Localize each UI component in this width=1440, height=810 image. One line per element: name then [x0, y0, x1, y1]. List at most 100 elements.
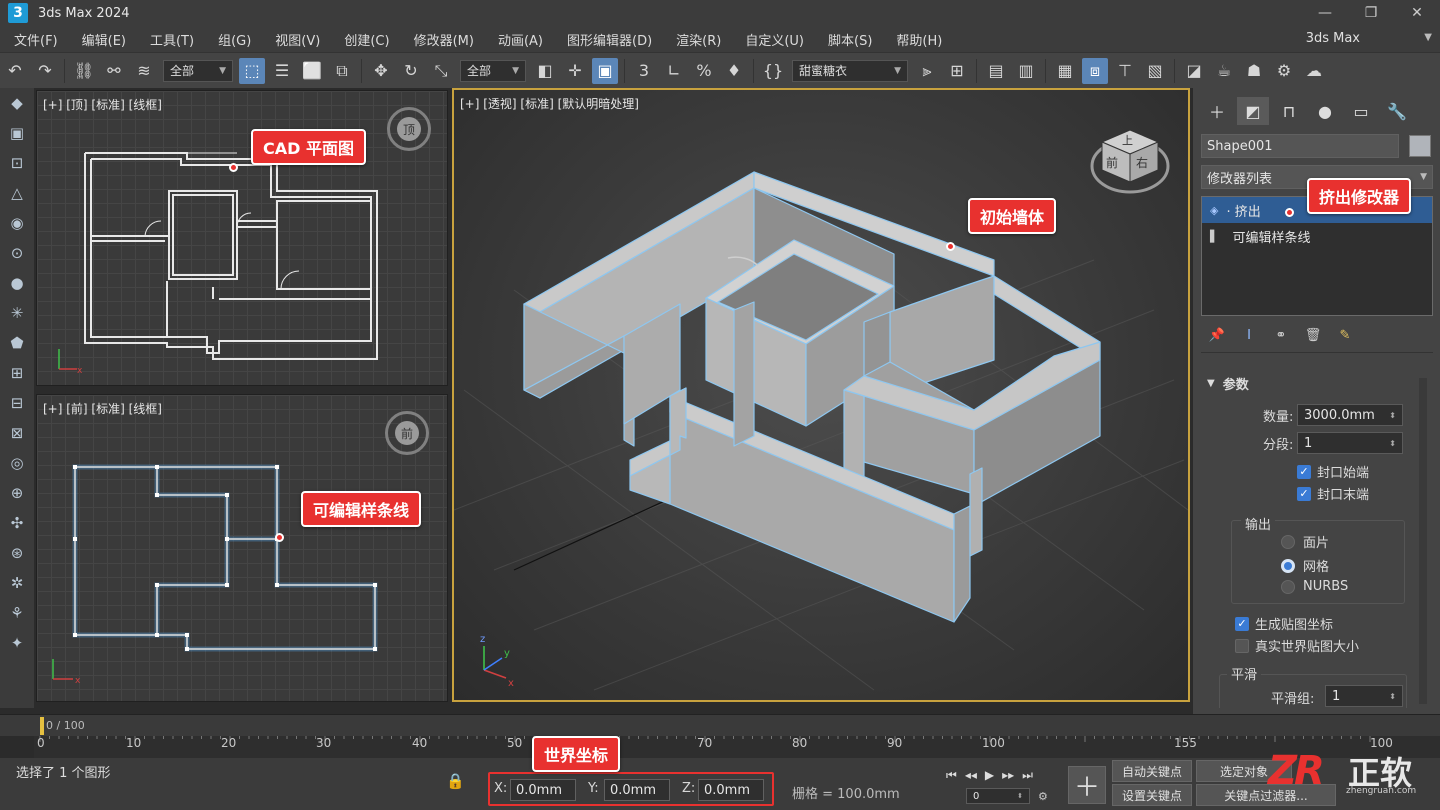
- app-logo-icon[interactable]: 3: [8, 3, 28, 23]
- track-bar[interactable]: 0 10 20 30 40 50 60 70 80 90 100 155 100: [34, 736, 1440, 758]
- curve-editor-icon[interactable]: ▦: [1052, 58, 1078, 84]
- minimize-button[interactable]: —: [1302, 0, 1348, 26]
- keyboard-shortcut-override-icon[interactable]: ▣: [592, 57, 618, 84]
- compass-icon[interactable]: ⊕: [0, 478, 34, 508]
- bind-space-warp-icon[interactable]: ≋: [131, 58, 157, 84]
- menu-file[interactable]: 文件(F): [0, 30, 68, 49]
- select-by-name-icon[interactable]: ☰: [269, 58, 295, 84]
- reference-coordinate-dropdown[interactable]: 全部 ▼: [460, 59, 526, 82]
- hierarchy-icon[interactable]: ⬟: [0, 328, 34, 358]
- render-production-icon[interactable]: ☕: [1211, 58, 1237, 84]
- snap-toggle-icon[interactable]: 3: [631, 58, 657, 84]
- box-icon[interactable]: ▣: [0, 118, 34, 148]
- motion-tab-icon[interactable]: ●: [1309, 97, 1341, 125]
- menu-create[interactable]: 创建(C): [330, 30, 399, 49]
- select-object-icon[interactable]: ⬚: [239, 57, 265, 84]
- next-frame-icon[interactable]: ▸▸: [1002, 768, 1014, 783]
- rotate-icon[interactable]: ↻: [398, 58, 424, 84]
- link-icon[interactable]: ⛓: [71, 58, 97, 84]
- configure-modifier-sets-icon[interactable]: ✎: [1329, 328, 1361, 343]
- viewcube-right-face[interactable]: 右: [1136, 154, 1148, 171]
- spinner-snap-icon[interactable]: ♦: [721, 58, 747, 84]
- pivot-center-icon[interactable]: ◧: [532, 58, 558, 84]
- schematic-view-icon[interactable]: ⧈: [1082, 57, 1108, 84]
- play-icon[interactable]: ▶: [985, 768, 994, 783]
- menu-animation[interactable]: 动画(A): [484, 30, 553, 49]
- render-frame-window-icon[interactable]: ◪: [1181, 58, 1207, 84]
- target-icon[interactable]: ◎: [0, 448, 34, 478]
- unlink-icon[interactable]: ⚯: [101, 58, 127, 84]
- render-iterative-icon[interactable]: ☗: [1241, 58, 1267, 84]
- hierarchy-tab-icon[interactable]: ⊓: [1273, 97, 1305, 125]
- cap-end-checkbox[interactable]: ✓ 封口末端: [1297, 484, 1369, 503]
- x-coordinate-field[interactable]: 0.0mm: [510, 779, 576, 801]
- checkbox-unchecked-icon[interactable]: [1235, 638, 1249, 653]
- selection-filter-dropdown[interactable]: 全部 ▼: [163, 59, 233, 82]
- viewport-top[interactable]: [+] [顶] [标准] [线框] 顶 x CAD 平面图: [36, 90, 448, 386]
- chevron-down-icon[interactable]: ▼: [1424, 32, 1432, 43]
- transform-icon[interactable]: ✣: [0, 508, 34, 538]
- menu-views[interactable]: 视图(V): [261, 30, 330, 49]
- render-activeshade-icon[interactable]: ⚙: [1271, 58, 1297, 84]
- utilities-icon[interactable]: ⊠: [0, 418, 34, 448]
- edit-named-selection-icon[interactable]: {}: [760, 58, 786, 84]
- mirror-icon[interactable]: ⫸: [914, 58, 940, 84]
- show-end-result-icon[interactable]: Ⅰ: [1233, 328, 1265, 343]
- display-tab-icon[interactable]: ▭: [1345, 97, 1377, 125]
- output-patch-radio[interactable]: 面片: [1281, 532, 1329, 551]
- viewcube-front-face[interactable]: 前: [1106, 154, 1118, 171]
- create-tab-icon[interactable]: ＋: [1201, 97, 1233, 125]
- checkbox-checked-icon[interactable]: ✓: [1297, 464, 1311, 479]
- snap-points-icon[interactable]: ✲: [0, 568, 34, 598]
- window-crossing-icon[interactable]: ⧉: [329, 58, 355, 84]
- stack-item-editable-spline[interactable]: ▌ 可编辑样条线: [1202, 223, 1432, 249]
- particles-icon[interactable]: ✳: [0, 298, 34, 328]
- set-key-button[interactable]: 设置关键点: [1112, 784, 1192, 806]
- auto-key-button[interactable]: 自动关键点: [1112, 760, 1192, 782]
- menu-customize[interactable]: 自定义(U): [731, 30, 814, 49]
- render-cloud-icon[interactable]: ☁: [1301, 58, 1327, 84]
- go-to-end-icon[interactable]: ⏭: [1022, 768, 1033, 783]
- star-icon[interactable]: ✦: [0, 628, 34, 658]
- motion-icon[interactable]: ⊞: [0, 358, 34, 388]
- time-slider[interactable]: 0 / 100: [0, 714, 1440, 736]
- geometry-icon[interactable]: ◆: [0, 88, 34, 118]
- z-coordinate-field[interactable]: 0.0mm: [698, 779, 764, 801]
- globe-icon[interactable]: ⊛: [0, 538, 34, 568]
- shapes-icon[interactable]: ⊡: [0, 148, 34, 178]
- angle-snap-icon[interactable]: ∟: [661, 58, 687, 84]
- rect-region-icon[interactable]: ⬜: [299, 58, 325, 84]
- workspace-selector[interactable]: 3ds Max: [1306, 31, 1360, 46]
- set-key-big-button[interactable]: ＋: [1068, 766, 1106, 804]
- viewport-front[interactable]: [+] [前] [标准] [线框] 前 x 可编辑样条线: [36, 394, 448, 702]
- menu-modifiers[interactable]: 修改器(M): [400, 30, 484, 49]
- menu-group[interactable]: 组(G): [204, 30, 261, 49]
- panel-scrollbar[interactable]: [1419, 378, 1427, 704]
- remove-modifier-icon[interactable]: 🗑: [1297, 328, 1329, 343]
- undo-icon[interactable]: ↶: [2, 58, 28, 84]
- collapse-arrow-icon[interactable]: ▼: [1207, 378, 1215, 389]
- restore-button[interactable]: ❐: [1348, 0, 1394, 26]
- radio-off-icon[interactable]: [1281, 579, 1295, 594]
- sphere-icon[interactable]: ●: [0, 268, 34, 298]
- cameras-icon[interactable]: ◉: [0, 208, 34, 238]
- checkbox-checked-icon[interactable]: ✓: [1297, 486, 1311, 501]
- object-color-swatch[interactable]: [1409, 135, 1431, 157]
- layer-explorer-icon[interactable]: ▥: [1013, 58, 1039, 84]
- radio-off-icon[interactable]: [1281, 534, 1295, 549]
- material-editor-icon[interactable]: ⊤: [1112, 58, 1138, 84]
- pin-stack-icon[interactable]: 📌: [1201, 328, 1233, 343]
- utilities-tab-icon[interactable]: 🔧: [1381, 97, 1413, 125]
- checkbox-checked-icon[interactable]: ✓: [1235, 616, 1249, 631]
- menu-scripting[interactable]: 脚本(S): [814, 30, 882, 49]
- network-icon[interactable]: ⚘: [0, 598, 34, 628]
- current-frame-field[interactable]: 0 ⬍: [966, 788, 1030, 804]
- time-config-icon[interactable]: ⚙: [1038, 790, 1048, 803]
- lights-icon[interactable]: △: [0, 178, 34, 208]
- cap-start-checkbox[interactable]: ✓ 封口始端: [1297, 462, 1369, 481]
- helpers-icon[interactable]: ⊙: [0, 238, 34, 268]
- modify-tab-icon[interactable]: ◩: [1237, 97, 1269, 125]
- select-manipulate-icon[interactable]: ✛: [562, 58, 588, 84]
- generate-mapping-checkbox[interactable]: ✓ 生成贴图坐标: [1235, 614, 1333, 633]
- scale-icon[interactable]: ⤡: [428, 58, 454, 84]
